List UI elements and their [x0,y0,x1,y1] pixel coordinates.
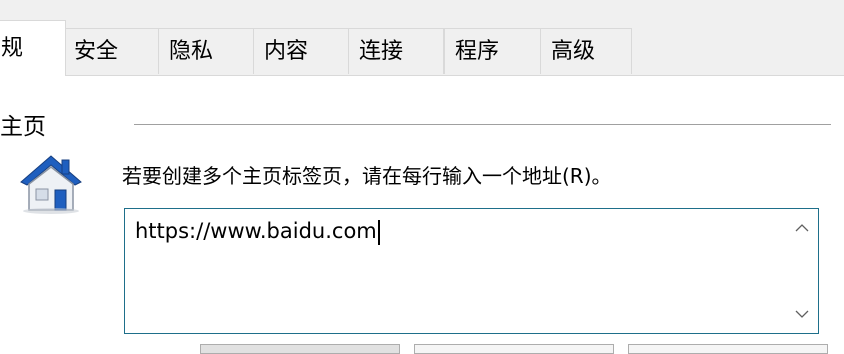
tab-programs-label: 程序 [455,39,500,64]
scroll-up-arrow-icon[interactable] [794,223,810,233]
tab-programs[interactable]: 程序 [444,28,541,74]
tab-advanced-label: 高级 [551,39,596,64]
house-icon [20,155,82,214]
home-instruction-text: 若要创建多个主页标签页，请在每行输入一个地址(R)。 [122,164,612,188]
use-new-tab-button[interactable] [628,344,828,354]
textarea-scrollbar[interactable] [788,209,818,333]
tab-content-label: 内容 [264,39,309,64]
use-default-button[interactable] [414,344,614,354]
tab-content[interactable]: 内容 [253,28,349,74]
tab-privacy[interactable]: 隐私 [158,28,254,74]
text-caret [377,219,380,245]
tab-connections[interactable]: 连接 [348,28,444,74]
scroll-down-arrow-icon[interactable] [794,309,810,319]
tab-security[interactable]: 安全 [63,28,159,74]
tab-connections-label: 连接 [359,39,404,64]
tab-privacy-label: 隐私 [169,39,214,64]
home-section-title: 主页 [0,114,46,140]
home-urls-value[interactable]: https://www.baidu.com [135,219,380,245]
use-current-button[interactable] [200,344,400,354]
tab-general-label: 规 [1,36,24,61]
tab-advanced[interactable]: 高级 [540,28,632,74]
tab-strip: 规 安全 隐私 内容 连接 程序 高级 [0,0,844,76]
tab-security-label: 安全 [74,39,119,64]
section-divider [134,124,831,125]
home-urls-textarea[interactable]: https://www.baidu.com [124,208,819,334]
home-urls-text: https://www.baidu.com [135,219,377,243]
tab-general[interactable]: 规 [0,20,66,76]
